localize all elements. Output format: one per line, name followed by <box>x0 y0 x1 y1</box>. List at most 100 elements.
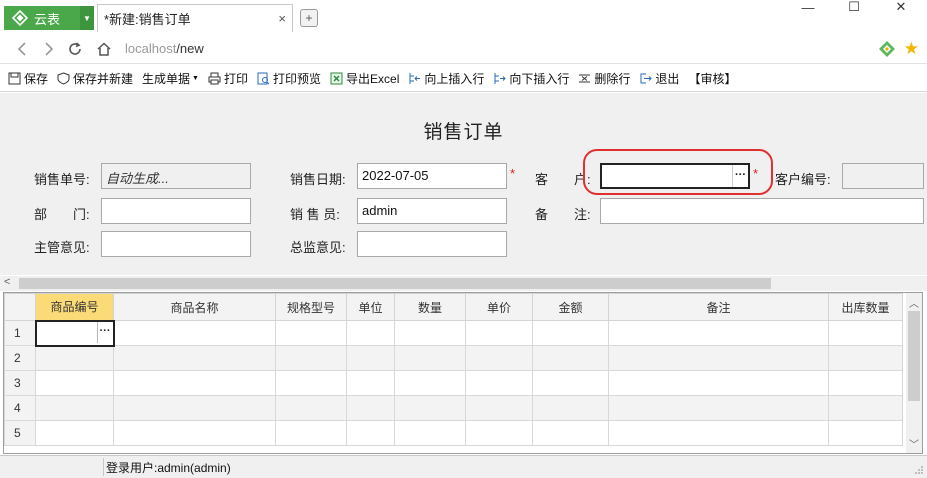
back-icon[interactable] <box>13 40 31 58</box>
insert-row-above-button[interactable]: 向上插入行 <box>408 70 484 87</box>
insert-row-below-button[interactable]: 向下插入行 <box>493 70 569 87</box>
grid-cell[interactable] <box>35 370 114 396</box>
home-icon[interactable] <box>95 40 113 58</box>
grid-cell[interactable] <box>828 395 903 421</box>
save-button[interactable]: 保存 <box>8 70 48 87</box>
col-header-outbound-qty[interactable]: 出库数量 <box>828 293 903 321</box>
grid-cell[interactable] <box>394 395 466 421</box>
grid-cell[interactable] <box>35 345 114 371</box>
product-lookup-button[interactable]: ··· <box>96 321 113 343</box>
grid-cell[interactable] <box>346 345 395 371</box>
grid-cell[interactable] <box>532 395 609 421</box>
grid-cell[interactable] <box>465 320 533 346</box>
grid-cell[interactable] <box>532 420 609 446</box>
remark-field[interactable] <box>600 198 924 224</box>
col-header-remark[interactable]: 备注 <box>608 293 829 321</box>
sale-date-field[interactable]: 2022-07-05 <box>357 163 507 189</box>
grid-cell[interactable] <box>608 420 829 446</box>
grid-cell[interactable] <box>113 420 276 446</box>
col-header-product-name[interactable]: 商品名称 <box>113 293 276 321</box>
grid-vertical-scrollbar[interactable]: ︿ ﹀ <box>906 293 922 453</box>
customer-field[interactable]: ··· <box>600 163 750 189</box>
grid-cell[interactable] <box>608 345 829 371</box>
col-header-product-code[interactable]: 商品编号 <box>35 293 114 321</box>
grid-cell[interactable] <box>394 345 466 371</box>
tab-close-icon[interactable]: × <box>278 11 286 26</box>
exit-button[interactable]: 退出 <box>639 70 679 87</box>
customer-lookup-button[interactable]: ··· <box>732 165 748 187</box>
col-header-unit[interactable]: 单位 <box>346 293 395 321</box>
scroll-up-icon[interactable]: ︿ <box>909 295 919 310</box>
grid-cell[interactable] <box>346 395 395 421</box>
grid-cell[interactable] <box>532 370 609 396</box>
app-menu-dropdown-icon[interactable]: ▼ <box>80 6 94 30</box>
grid-cell[interactable] <box>346 320 395 346</box>
minimize-button[interactable]: — <box>793 0 823 15</box>
col-header-amount[interactable]: 金额 <box>532 293 609 321</box>
grid-cell[interactable] <box>465 345 533 371</box>
audit-button[interactable]: 【审核】 <box>688 70 736 87</box>
print-button[interactable]: 打印 <box>208 70 248 87</box>
grid-cell[interactable] <box>113 370 276 396</box>
url-field[interactable]: localhost/new <box>125 41 204 56</box>
export-excel-button[interactable]: 导出Excel <box>330 70 399 87</box>
refresh-icon[interactable] <box>66 40 84 58</box>
table-row: 1 ··· <box>4 319 903 347</box>
scroll-thumb[interactable] <box>19 278 771 289</box>
grid-cell[interactable] <box>465 395 533 421</box>
col-header-spec[interactable]: 规格型号 <box>275 293 347 321</box>
manager-opinion-field[interactable] <box>101 231 251 257</box>
grid-cell[interactable] <box>113 320 276 346</box>
grid-cell[interactable] <box>346 370 395 396</box>
grid-cell[interactable] <box>113 345 276 371</box>
grid-scroll-thumb[interactable] <box>908 311 920 401</box>
grid-cell[interactable] <box>608 320 829 346</box>
print-preview-button[interactable]: 打印预览 <box>257 70 321 87</box>
grid-cell[interactable] <box>113 395 276 421</box>
grid-cell[interactable] <box>828 370 903 396</box>
generate-document-button[interactable]: 生成单据 ▼ <box>142 70 199 87</box>
close-window-button[interactable]: ✕ <box>886 0 916 14</box>
grid-cell[interactable] <box>275 370 347 396</box>
delete-row-button[interactable]: 删除行 <box>578 70 630 87</box>
grid-cell[interactable] <box>608 370 829 396</box>
grid-cell[interactable] <box>465 370 533 396</box>
grid-cell[interactable] <box>532 320 609 346</box>
salesperson-field[interactable]: admin <box>357 198 507 224</box>
scroll-left-icon[interactable]: < <box>4 276 10 288</box>
col-header-price[interactable]: 单价 <box>465 293 533 321</box>
product-code-cell-active[interactable]: ··· <box>34 319 115 347</box>
grid-cell[interactable] <box>35 395 114 421</box>
delete-row-label: 删除行 <box>594 71 631 86</box>
grid-cell[interactable] <box>828 345 903 371</box>
col-header-quantity[interactable]: 数量 <box>394 293 466 321</box>
grid-cell[interactable] <box>532 345 609 371</box>
forward-icon[interactable] <box>40 40 58 58</box>
app-menu-button[interactable]: 云表 <box>4 6 80 30</box>
dept-field[interactable] <box>101 198 251 224</box>
print-label: 打印 <box>223 71 248 86</box>
tab-sales-order[interactable]: *新建:销售订单 × <box>97 4 293 32</box>
grid-cell[interactable] <box>394 420 466 446</box>
grid-cell[interactable] <box>275 320 347 346</box>
maximize-button[interactable]: ☐ <box>839 0 869 14</box>
grid-cell[interactable] <box>394 370 466 396</box>
resize-grip-icon[interactable] <box>914 465 924 475</box>
grid-cell[interactable] <box>465 420 533 446</box>
scroll-down-icon[interactable]: ﹀ <box>909 436 919 451</box>
form-horizontal-scrollbar[interactable]: < <box>0 276 927 291</box>
grid-cell[interactable] <box>828 420 903 446</box>
director-opinion-field[interactable] <box>357 231 507 257</box>
grid-cell[interactable] <box>275 345 347 371</box>
grid-cell[interactable] <box>608 395 829 421</box>
favorite-star-icon[interactable]: ★ <box>904 39 919 59</box>
extension-icon[interactable] <box>878 40 896 58</box>
grid-cell[interactable] <box>35 420 114 446</box>
grid-cell[interactable] <box>275 420 347 446</box>
grid-cell[interactable] <box>275 395 347 421</box>
grid-cell[interactable] <box>828 320 903 346</box>
new-tab-button[interactable]: + <box>300 9 318 27</box>
save-and-new-button[interactable]: 保存并新建 <box>57 70 133 87</box>
grid-cell[interactable] <box>346 420 395 446</box>
grid-cell[interactable] <box>394 320 466 346</box>
